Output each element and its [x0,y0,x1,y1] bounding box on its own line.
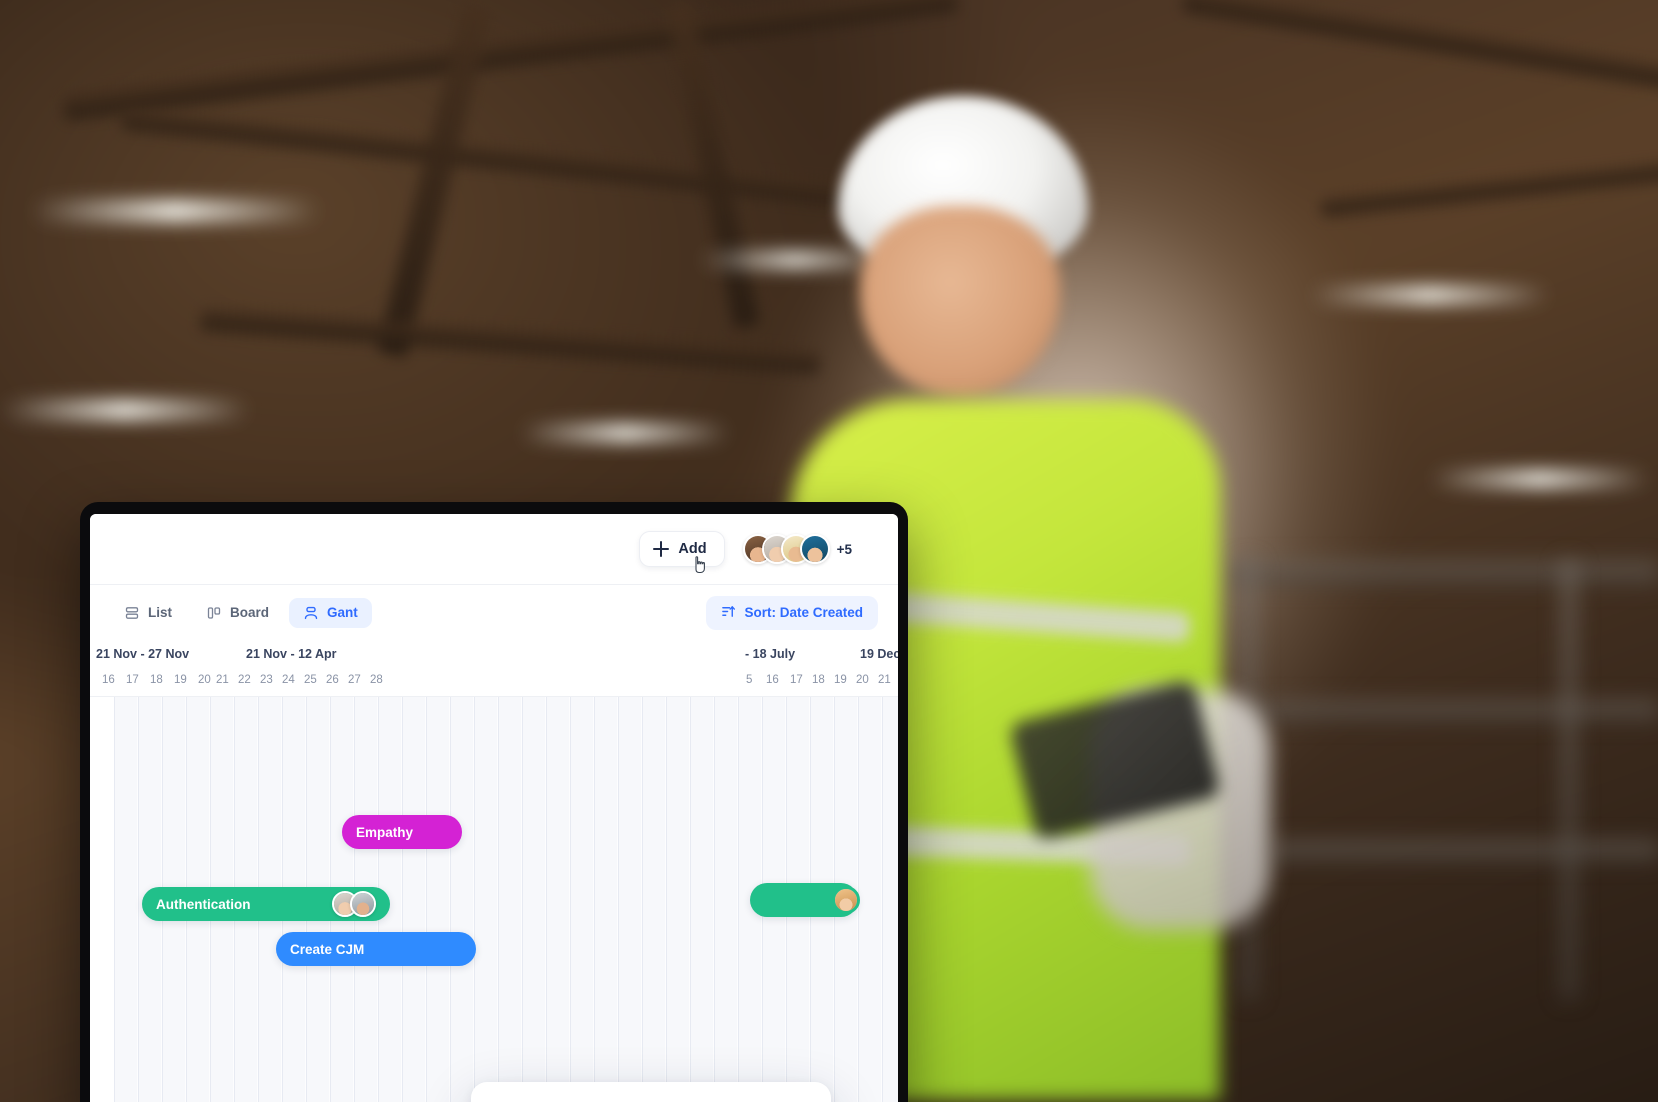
day-tick: 24 [282,674,295,686]
app-screen: Add +5 List Board Gant Sort: Date Create… [90,514,898,1102]
day-tick: 27 [348,674,361,686]
avatar [350,891,376,917]
gantt-view-icon [303,605,319,621]
view-tabs-bar: List Board Gant Sort: Date Created [90,584,898,640]
add-button[interactable]: Add [639,531,725,574]
gantt-bar-empathy[interactable]: Empathy [342,815,462,849]
day-tick: 26 [326,674,339,686]
gantt-bar-authentication[interactable]: Authentication [142,887,390,921]
gantt-bar-label: Create CJM [290,941,365,957]
day-tick: 21 [878,674,891,686]
warehouse-shelf [1230,560,1658,586]
day-tick: 19 [174,674,187,686]
light-beam [0,400,250,420]
light-beam [1430,470,1650,488]
day-tick: 28 [370,674,383,686]
day-tick: 16 [766,674,779,686]
day-tick: 19 [834,674,847,686]
gantt-range-label: - 18 July [745,647,796,661]
list-view-icon [124,605,140,621]
avatar [799,534,830,564]
day-tick: 21 [216,674,229,686]
tab-list[interactable]: List [110,598,186,628]
sort-button-label: Sort: Date Created [744,605,863,620]
app-header: Add +5 [90,514,898,584]
day-tick: 20 [856,674,869,686]
sort-button[interactable]: Sort: Date Created [706,595,878,630]
day-tick: 17 [790,674,803,686]
gantt-days-ruler: 16 17 18 19 20 21 22 23 24 25 26 27 28 5… [90,670,898,696]
event-modal: Assortment Planning ✕ Event name Add des… [471,1082,831,1102]
gantt-bar-create-cjm[interactable]: Create CJM [276,932,476,966]
gantt-chart[interactable]: 21 Nov - 27 Nov 21 Nov - 12 Apr - 18 Jul… [90,640,898,1102]
light-beam [30,200,320,222]
tab-gantt-label: Gant [327,605,358,620]
day-tick: 22 [238,674,251,686]
sort-icon [721,604,736,622]
light-beam [520,424,730,442]
day-tick: 18 [150,674,163,686]
gantt-bar-label: Authentication [156,896,251,912]
gantt-bar-label: Empathy [356,824,414,840]
tab-board-label: Board [230,605,270,620]
day-tick: 17 [126,674,139,686]
gantt-bar-avatars [332,891,376,917]
board-view-icon [206,605,222,621]
warehouse-shelf [1270,840,1658,862]
laptop-frame: Add +5 List Board Gant Sort: Date Create… [80,502,908,1102]
gantt-range-label: 19 Dec [860,647,898,661]
gantt-range-label: 21 Nov - 27 Nov [96,647,190,661]
gantt-range-row: 21 Nov - 27 Nov 21 Nov - 12 Apr - 18 Jul… [90,640,898,670]
pointer-cursor-icon [692,555,708,575]
day-tick: 25 [304,674,317,686]
warehouse-shelf [1560,560,1578,1000]
day-tick: 16 [102,674,115,686]
gantt-bar-avatar [832,886,860,914]
day-tick: 5 [746,674,753,686]
tab-gantt[interactable]: Gant [289,597,372,628]
day-tick: 20 [198,674,211,686]
gantt-range-label: 21 Nov - 12 Apr [246,647,337,661]
light-beam [700,252,890,268]
gantt-left-gutter [90,697,114,1102]
tab-board[interactable]: Board [192,598,283,628]
plus-icon [653,541,670,557]
team-avatar-stack[interactable]: +5 [742,534,852,564]
avatar-overflow-count: +5 [836,541,852,557]
light-beam [1310,286,1550,304]
day-tick: 23 [260,674,273,686]
day-tick: 18 [812,674,825,686]
gantt-grid: Empathy Authentication Create CJM [90,696,898,1102]
warehouse-shelf [1250,700,1658,722]
tab-list-label: List [148,605,173,620]
